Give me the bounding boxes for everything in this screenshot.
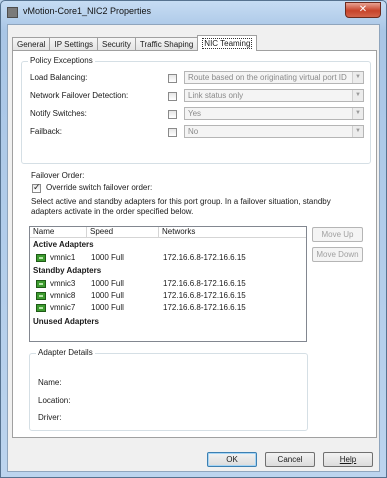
chevron-down-icon: ▼ — [352, 72, 363, 83]
failover-description: Select active and standby adapters for t… — [31, 197, 331, 216]
adapter-name: vmnic1 — [50, 253, 76, 262]
window-title: vMotion-Core1_NIC2 Properties — [23, 6, 152, 16]
notify-switches-row: Notify Switches: Yes ▼ — [30, 107, 365, 121]
load-balancing-label: Load Balancing: — [30, 73, 88, 82]
details-name-label: Name: — [38, 378, 62, 387]
tab-security[interactable]: Security — [97, 37, 136, 51]
column-header-speed[interactable]: Speed — [87, 227, 159, 238]
override-failover-checkbox[interactable]: ✓ — [32, 182, 41, 193]
policy-exceptions-label: Policy Exceptions — [28, 56, 95, 65]
adapter-networks: 172.16.6.8-172.16.6.15 — [163, 279, 246, 288]
failback-override-checkbox[interactable] — [168, 128, 177, 137]
close-button[interactable]: ✕ — [345, 2, 381, 18]
chevron-down-icon: ▼ — [352, 108, 363, 119]
title-bar[interactable]: vMotion-Core1_NIC2 Properties ✕ — [1, 1, 386, 23]
move-down-button[interactable]: Move Down — [312, 247, 363, 262]
list-header: Name Speed Networks — [30, 227, 306, 238]
adapter-details-label: Adapter Details — [36, 348, 95, 357]
adapter-speed: 1000 Full — [91, 291, 124, 300]
app-icon — [7, 7, 18, 18]
failover-detection-select[interactable]: Link status only ▼ — [184, 89, 364, 102]
tab-strip: General IP Settings Security Traffic Sha… — [12, 35, 258, 51]
chevron-down-icon: ▼ — [352, 90, 363, 101]
adapter-networks: 172.16.6.8-172.16.6.15 — [163, 303, 246, 312]
column-header-networks[interactable]: Networks — [159, 227, 306, 238]
adapter-networks: 172.16.6.8-172.16.6.15 — [163, 253, 246, 262]
cancel-button[interactable]: Cancel — [265, 452, 315, 467]
adapter-speed: 1000 Full — [91, 279, 124, 288]
properties-window: vMotion-Core1_NIC2 Properties ✕ General … — [0, 0, 387, 478]
adapter-row-vmnic7[interactable]: vmnic7 1000 Full 172.16.6.8-172.16.6.15 — [30, 303, 306, 314]
adapter-row-vmnic8[interactable]: vmnic8 1000 Full 172.16.6.8-172.16.6.15 — [30, 291, 306, 302]
column-header-name[interactable]: Name — [30, 227, 87, 238]
adapter-name: vmnic3 — [50, 279, 76, 288]
failback-label: Failback: — [30, 127, 63, 136]
standby-adapters-header: Standby Adapters — [33, 266, 102, 275]
failover-order-label: Failover Order: — [31, 171, 85, 180]
notify-switches-select[interactable]: Yes ▼ — [184, 107, 364, 120]
adapter-row-vmnic1[interactable]: vmnic1 1000 Full 172.16.6.8-172.16.6.15 — [30, 253, 306, 264]
network-adapter-icon — [36, 254, 46, 262]
adapter-order-list[interactable]: Name Speed Networks Active Adapters vmni… — [29, 226, 307, 342]
load-balancing-select[interactable]: Route based on the originating virtual p… — [184, 71, 364, 84]
adapter-details-group: Adapter Details Name: Location: Driver: — [29, 348, 308, 431]
adapter-row-vmnic3[interactable]: vmnic3 1000 Full 172.16.6.8-172.16.6.15 — [30, 279, 306, 290]
tab-nic-teaming[interactable]: NIC Teaming — [197, 35, 258, 51]
dialog-client-area: General IP Settings Security Traffic Sha… — [7, 24, 380, 472]
adapter-speed: 1000 Full — [91, 253, 124, 262]
notify-switches-override-checkbox[interactable] — [168, 110, 177, 119]
help-button[interactable]: Help — [323, 452, 373, 467]
move-up-button[interactable]: Move Up — [312, 227, 363, 242]
notify-switches-label: Notify Switches: — [30, 109, 87, 118]
override-failover-label: Override switch failover order: — [46, 183, 153, 192]
tab-traffic-shaping[interactable]: Traffic Shaping — [134, 37, 199, 51]
checkmark-icon: ✓ — [33, 182, 41, 192]
load-balancing-override-checkbox[interactable] — [168, 74, 177, 83]
policy-exceptions-group: Policy Exceptions Load Balancing: Route … — [21, 56, 371, 164]
unused-adapters-header: Unused Adapters — [33, 317, 99, 326]
failover-detection-override-checkbox[interactable] — [168, 92, 177, 101]
adapter-networks: 172.16.6.8-172.16.6.15 — [163, 291, 246, 300]
network-adapter-icon — [36, 304, 46, 312]
failback-row: Failback: No ▼ — [30, 125, 365, 139]
active-adapters-header: Active Adapters — [33, 240, 94, 249]
nic-teaming-panel: Policy Exceptions Load Balancing: Route … — [12, 50, 377, 438]
tab-ip-settings[interactable]: IP Settings — [49, 37, 99, 51]
adapter-name: vmnic8 — [50, 291, 76, 300]
tab-general[interactable]: General — [12, 37, 51, 51]
details-location-label: Location: — [38, 396, 71, 405]
adapter-speed: 1000 Full — [91, 303, 124, 312]
chevron-down-icon: ▼ — [352, 126, 363, 137]
adapter-name: vmnic7 — [50, 303, 76, 312]
network-adapter-icon — [36, 292, 46, 300]
network-adapter-icon — [36, 280, 46, 288]
failback-select[interactable]: No ▼ — [184, 125, 364, 138]
load-balancing-row: Load Balancing: Route based on the origi… — [30, 71, 365, 85]
failover-detection-row: Network Failover Detection: Link status … — [30, 89, 365, 103]
failover-detection-label: Network Failover Detection: — [30, 91, 129, 100]
details-driver-label: Driver: — [38, 413, 62, 422]
ok-button[interactable]: OK — [207, 452, 257, 467]
